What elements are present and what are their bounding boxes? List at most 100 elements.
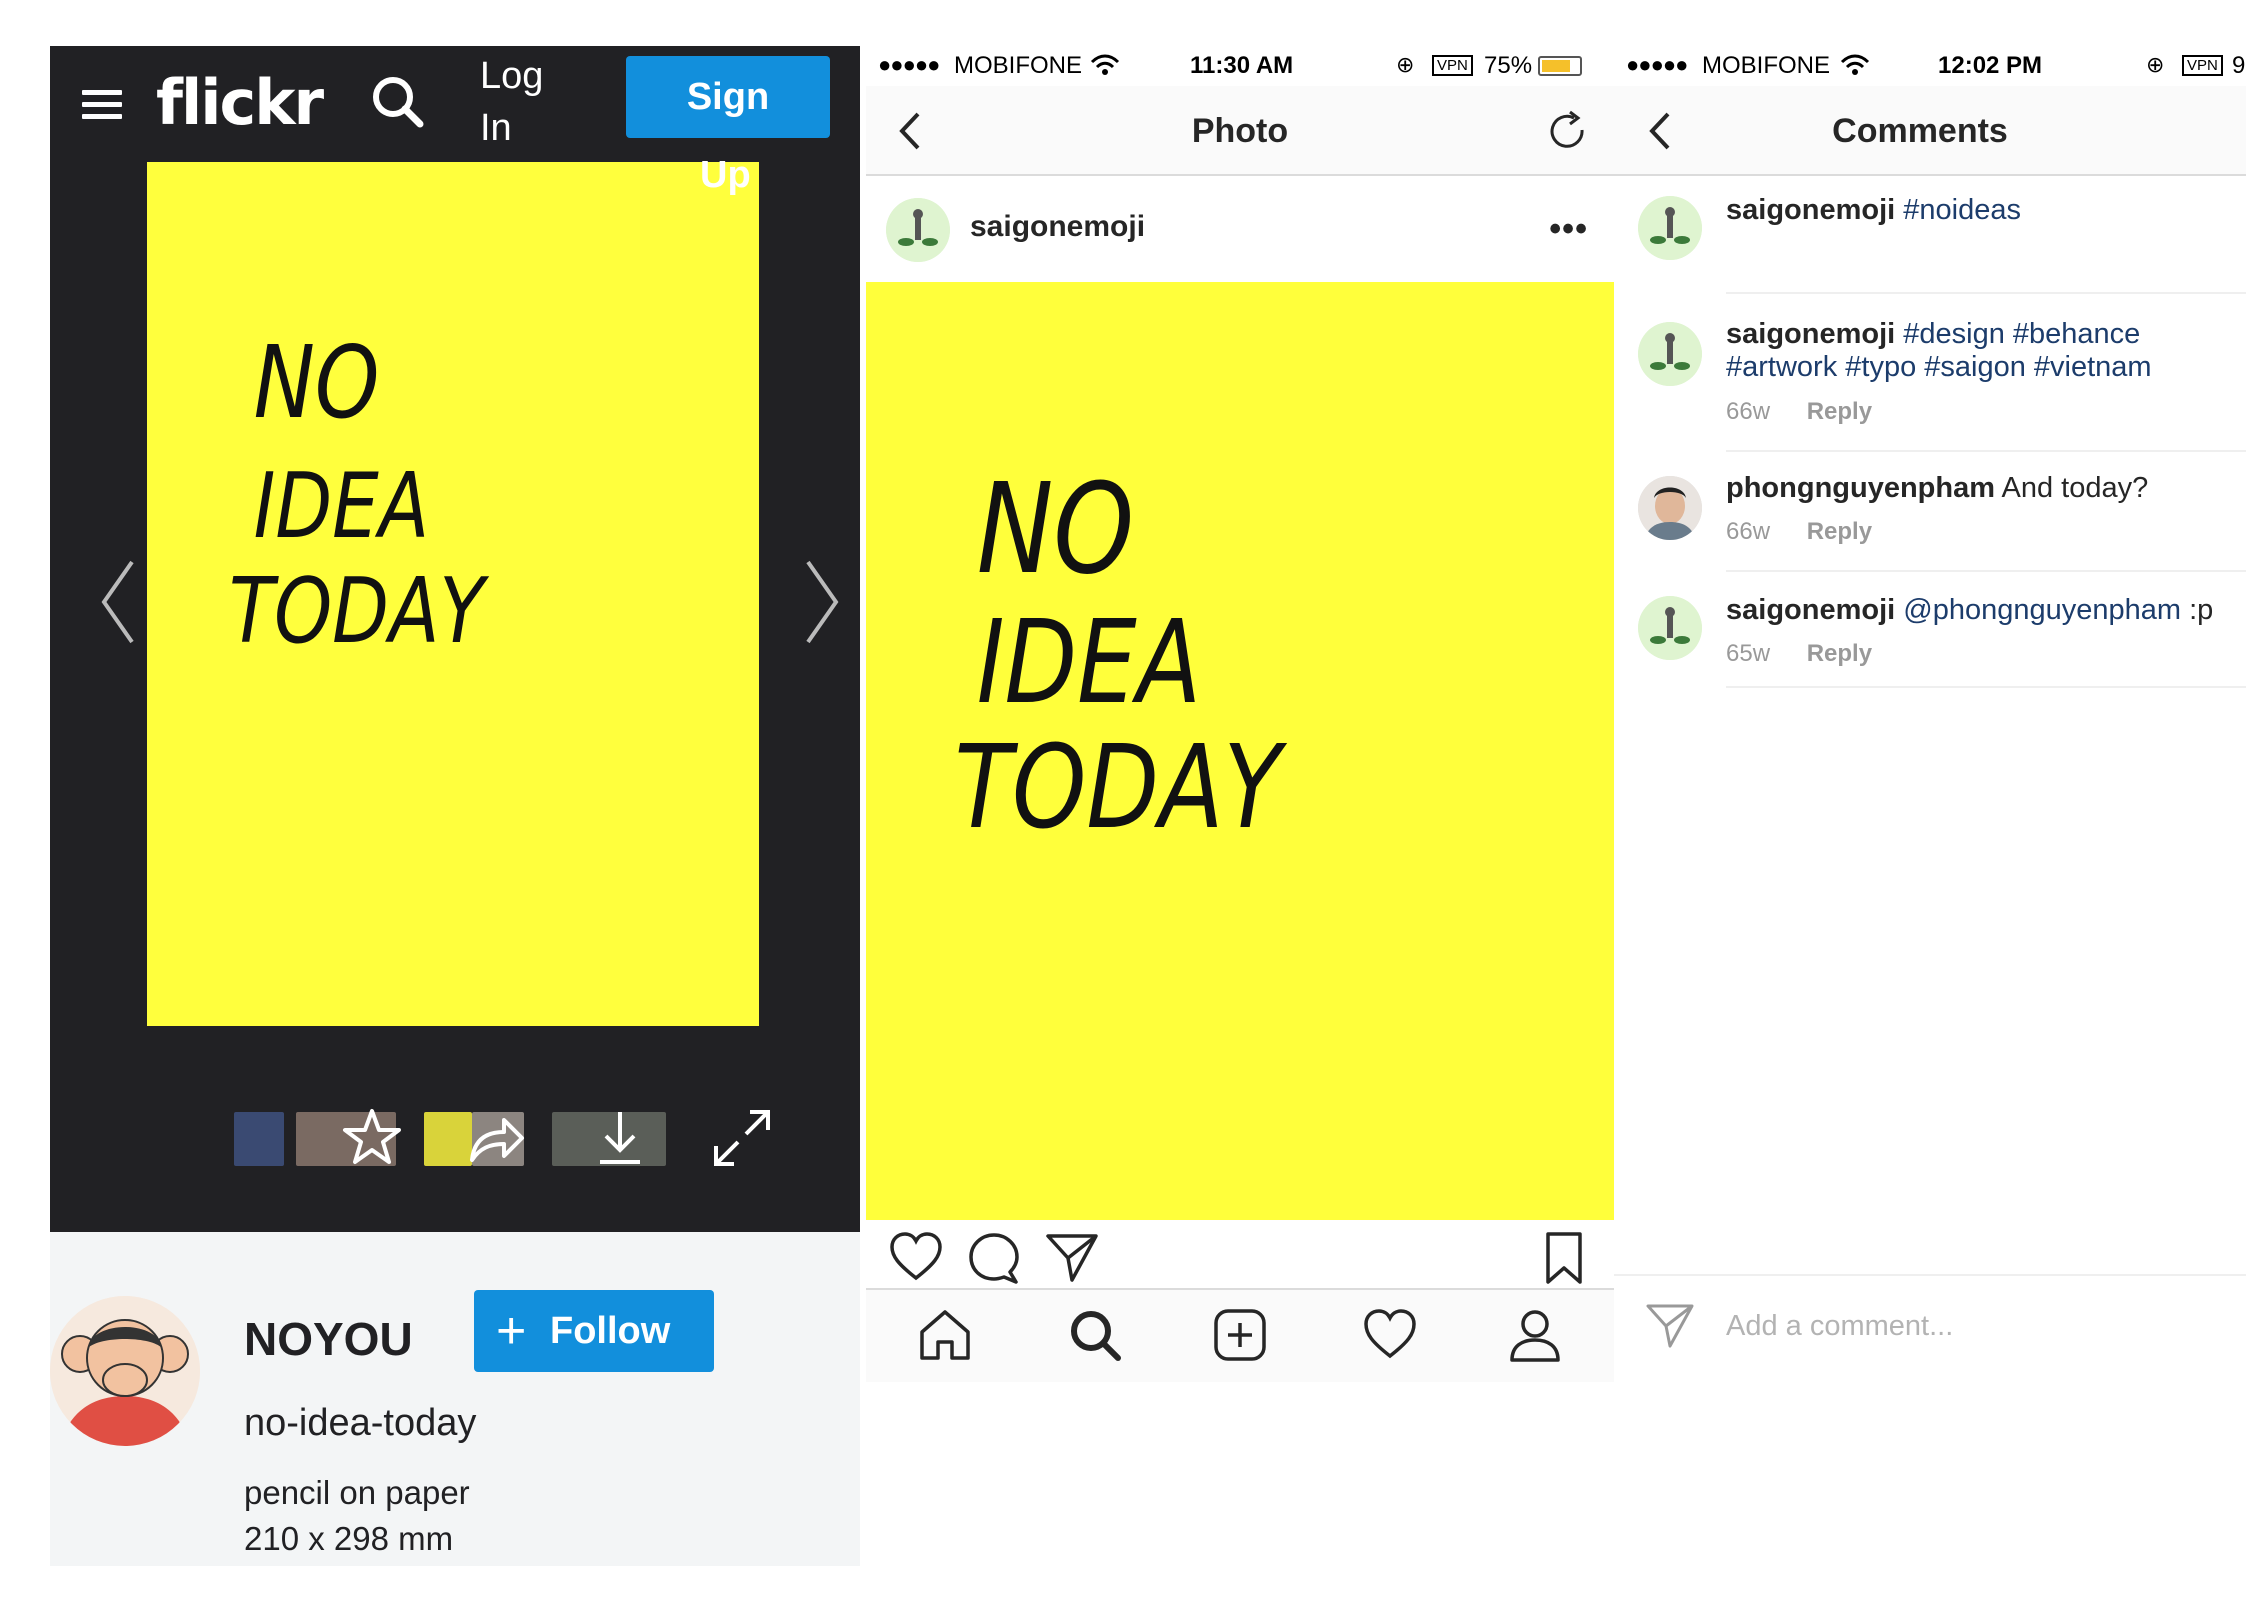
comment-text: saigonemoji @phongnguyenpham :p: [1726, 594, 2246, 627]
post-username[interactable]: saigonemoji: [970, 210, 1145, 244]
comment-username[interactable]: phongnguyenpham: [1726, 472, 1995, 504]
photo-handwriting: NO IDEA TODAY: [229, 324, 490, 664]
photo-handwriting: NO IDEA TODAY: [955, 456, 1289, 855]
flickr-logo[interactable]: flickr: [156, 66, 324, 139]
photo[interactable]: NO IDEA TODAY: [147, 162, 759, 1026]
bookmark-icon[interactable]: [1536, 1230, 1592, 1286]
photo-info: NOYOU + Follow no-idea-today pencil on p…: [50, 1232, 860, 1566]
login-link[interactable]: Log In: [480, 46, 580, 162]
photo-text-line-3: TODAY: [229, 560, 490, 664]
signal-icon: ●●●●●: [878, 52, 940, 77]
post-header: saigonemoji •••: [866, 178, 1614, 280]
comment-input[interactable]: [1726, 1298, 2206, 1354]
download-icon[interactable]: [588, 1106, 652, 1170]
photo-dimensions: 210 x 298 mm: [244, 1520, 454, 1557]
tab-bar: [866, 1288, 1614, 1382]
flickr-header: flickr Log In Sign: [50, 46, 860, 162]
reply-button[interactable]: Reply: [1807, 518, 1872, 545]
comment-icon[interactable]: [966, 1230, 1022, 1286]
search-icon[interactable]: [362, 66, 436, 140]
owner-name[interactable]: NOYOU: [244, 1312, 413, 1366]
photo-text-line-1: NO: [977, 456, 1134, 601]
avatar[interactable]: [886, 198, 950, 262]
photo-title: no-idea-today: [244, 1402, 477, 1444]
comment-meta: 66w Reply: [1726, 398, 1872, 426]
vpn-badge: VPN: [1432, 55, 1473, 76]
avatar[interactable]: [1638, 476, 1702, 540]
comment-meta: 66w Reply: [1726, 518, 1872, 546]
comment-age: 66w: [1726, 518, 1771, 545]
send-icon[interactable]: [1044, 1230, 1100, 1286]
chevron-right-icon[interactable]: [790, 552, 850, 652]
avatar[interactable]: [1638, 596, 1702, 660]
more-options-icon[interactable]: •••: [1549, 210, 1588, 249]
comment-username[interactable]: saigonemoji: [1726, 318, 1895, 350]
comment-meta: 65w Reply: [1726, 640, 1872, 668]
vpn-badge: VPN: [2182, 55, 2223, 76]
comment-text: saigonemoji #noideas: [1726, 194, 2246, 227]
comment-username[interactable]: saigonemoji: [1726, 194, 1895, 226]
activity-heart-icon[interactable]: [1361, 1306, 1419, 1364]
instagram-photo-panel: ●●●●● MOBIFONE 11:30 AM ⊕ VPN 75% Photo: [866, 46, 1614, 1566]
thumbnail[interactable]: [234, 1112, 284, 1166]
comment-username[interactable]: saigonemoji: [1726, 594, 1895, 626]
carrier-name: MOBIFONE: [1702, 52, 1831, 79]
divider: [1726, 292, 2246, 294]
signup-button[interactable]: Sign: [626, 56, 830, 138]
photo-text-line-1: NO: [254, 324, 380, 441]
signal-icon: ●●●●●: [1626, 52, 1688, 77]
navigation-bar: Photo: [866, 86, 1614, 176]
add-icon[interactable]: [1211, 1306, 1269, 1364]
heart-icon[interactable]: [888, 1230, 944, 1286]
battery-icon: [1538, 56, 1582, 76]
chevron-left-icon[interactable]: [90, 552, 150, 652]
home-icon[interactable]: [916, 1306, 974, 1364]
carrier-name: MOBIFONE: [954, 52, 1083, 79]
signup-button-overflow-text[interactable]: Up: [700, 154, 751, 197]
mention[interactable]: @phongnguyenpham: [1903, 594, 2181, 626]
lock-rotation-icon: ⊕: [2146, 52, 2165, 77]
page-title: Comments: [1832, 112, 2008, 150]
photo-viewer: NO IDEA TODAY: [50, 162, 860, 1232]
reply-button[interactable]: Reply: [1807, 398, 1872, 425]
plus-icon: +: [496, 1302, 527, 1360]
avatar[interactable]: [1638, 196, 1702, 260]
comment-age: 65w: [1726, 640, 1771, 667]
follow-label: Follow: [550, 1310, 671, 1352]
hashtag[interactable]: #noideas: [1903, 194, 2021, 226]
reply-button[interactable]: Reply: [1807, 640, 1872, 667]
post-image[interactable]: NO IDEA TODAY: [866, 282, 1614, 1220]
star-icon[interactable]: [340, 1106, 404, 1170]
photo-toolbar: [50, 1109, 860, 1182]
photo-text-line-2: IDEA: [977, 595, 1202, 730]
instagram-comments-panel: ●●●●● MOBIFONE 12:02 PM ⊕ VPN 9 Comments…: [1614, 46, 2246, 1566]
avatar[interactable]: [1638, 322, 1702, 386]
comment-age: 66w: [1726, 398, 1771, 425]
expand-icon[interactable]: [710, 1106, 774, 1170]
avatar[interactable]: [50, 1296, 200, 1446]
comment-content: And today?: [2001, 472, 2149, 504]
status-bar: ●●●●● MOBIFONE 11:30 AM ⊕ VPN 75%: [866, 46, 1614, 86]
photo-text-line-3: TODAY: [955, 720, 1289, 855]
follow-button[interactable]: + Follow: [474, 1290, 714, 1372]
comment-text: phongnguyenpham And today?: [1726, 472, 2246, 505]
flickr-panel: flickr Log In Sign Up NO IDEA TODAY NOYO…: [50, 46, 860, 1566]
profile-icon[interactable]: [1506, 1306, 1564, 1364]
divider: [1726, 570, 2246, 572]
status-time: 11:30 AM: [1190, 52, 1294, 79]
battery-percent: 75%: [1484, 52, 1533, 79]
wifi-icon: [1840, 54, 1870, 75]
page-title: Photo: [1191, 112, 1289, 150]
menu-icon[interactable]: [80, 82, 124, 126]
status-time: 12:02 PM: [1938, 52, 2043, 79]
refresh-icon[interactable]: [1544, 108, 1592, 156]
photo-description: pencil on paper: [244, 1474, 470, 1511]
comment-content: :p: [2189, 594, 2214, 626]
send-icon[interactable]: [1644, 1300, 1696, 1352]
divider: [1726, 450, 2246, 452]
search-icon[interactable]: [1066, 1306, 1124, 1364]
comment-composer: [1614, 1274, 2246, 1374]
navigation-bar: Comments: [1614, 86, 2246, 176]
share-icon[interactable]: [464, 1106, 528, 1170]
wifi-icon: [1090, 54, 1120, 75]
